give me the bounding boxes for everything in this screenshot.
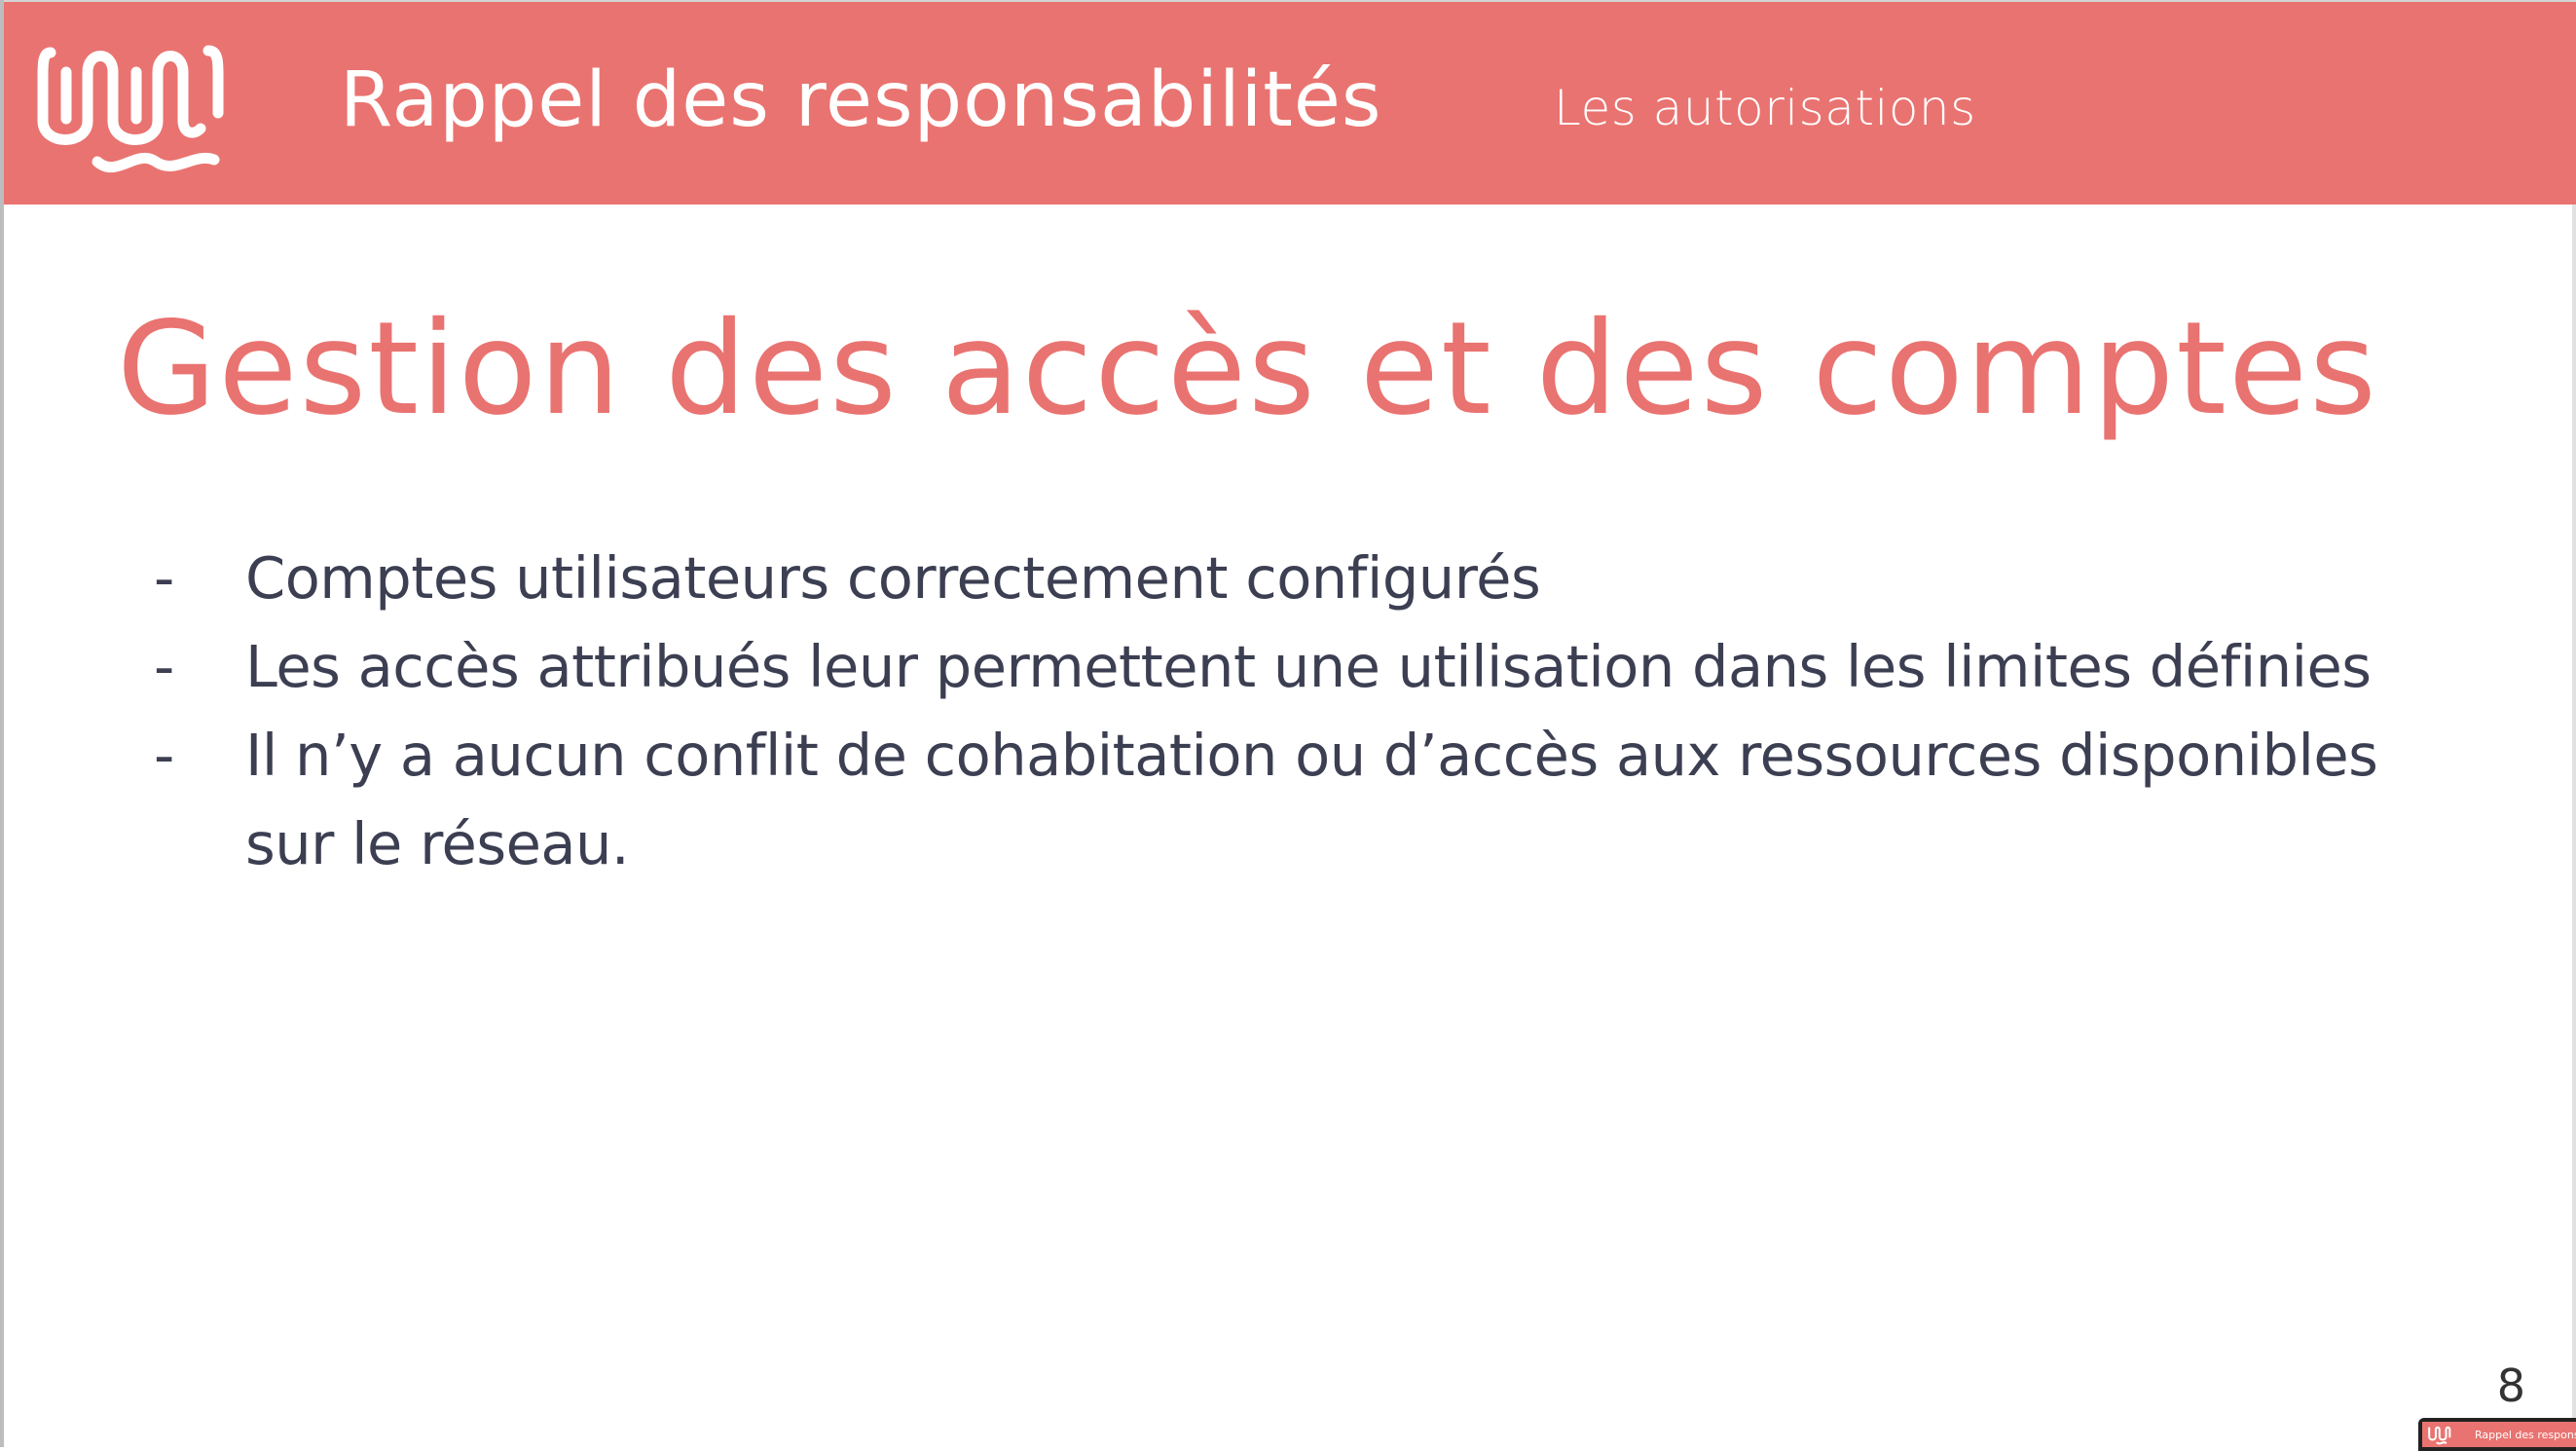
bullet-marker: -	[154, 544, 174, 612]
slide-header: Rappel des responsabilités Les autorisat…	[4, 0, 2576, 205]
bullet-text: Comptes utilisateurs correctement config…	[245, 544, 1541, 612]
bullet-item: - Les accès attribués leur permettent un…	[150, 622, 2467, 711]
page-number: 8	[2496, 1359, 2525, 1412]
slide-thumbnail[interactable]: Rappel des responsabi	[2418, 1418, 2576, 1451]
slide: Rappel des responsabilités Les autorisat…	[0, 0, 2576, 1451]
header-section-label: Les autorisations	[1554, 80, 1976, 136]
wavy-w-logo-icon	[37, 45, 224, 173]
bullet-marker: -	[154, 722, 174, 789]
bullet-text: Les accès attribués leur permettent une …	[245, 633, 2372, 700]
slide-title: Gestion des accès et des comptes	[117, 294, 2378, 444]
bullet-list: - Comptes utilisateurs correctement conf…	[150, 534, 2467, 888]
bullet-text: Il n’y a aucun conflit de cohabitation o…	[245, 722, 2378, 877]
bullet-item: - Comptes utilisateurs correctement conf…	[150, 534, 2467, 622]
bullet-marker: -	[154, 633, 174, 700]
wavy-w-logo-icon	[2428, 1426, 2451, 1445]
header-title: Rappel des responsabilités	[340, 56, 1382, 144]
thumbnail-title: Rappel des responsabi	[2475, 1429, 2576, 1441]
bullet-item: - Il n’y a aucun conflit de cohabitation…	[150, 711, 2467, 888]
thumbnail-header: Rappel des responsabi	[2422, 1422, 2576, 1447]
